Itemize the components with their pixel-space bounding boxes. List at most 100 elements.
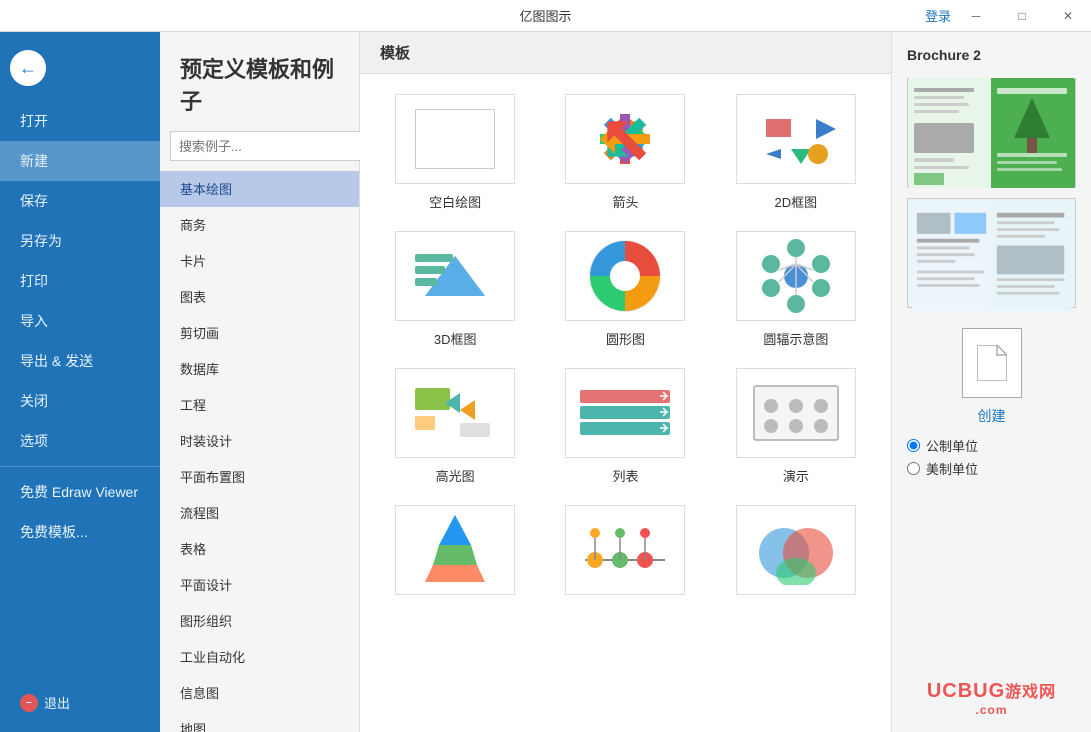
sidebar-item-print[interactable]: 打印	[0, 261, 160, 301]
highlight-thumb	[395, 368, 515, 458]
radio-group: 公制单位 美制单位	[907, 436, 1076, 478]
create-icon	[962, 328, 1022, 398]
3dframe-icon	[405, 236, 505, 316]
exit-label: 退出	[44, 693, 70, 712]
template-3dframe[interactable]: 3D框图	[380, 231, 530, 348]
sidebar-item-freetemplate[interactable]: 免费模板...	[0, 512, 160, 552]
template-radial[interactable]: 圆辐示意图	[721, 231, 871, 348]
window-controls: ─ □ ✕	[953, 0, 1091, 32]
category-item-basic[interactable]: 基本绘图	[160, 171, 359, 207]
templates-header: 模板	[360, 32, 891, 74]
circular-icon	[585, 236, 665, 316]
category-item-clipart[interactable]: 剪切画	[160, 315, 359, 351]
template-highlight[interactable]: 高光图	[380, 368, 530, 485]
minimize-button[interactable]: ─	[953, 0, 999, 32]
3dframe-label: 3D框图	[434, 329, 477, 348]
category-item-engineering[interactable]: 工程	[160, 387, 359, 423]
template-circular[interactable]: 圆形图	[550, 231, 700, 348]
slideshow-label: 演示	[783, 466, 809, 485]
preview-image-1	[907, 78, 1076, 188]
slideshow-thumb	[736, 368, 856, 458]
pyramid-icon	[405, 510, 505, 590]
list-label: 列表	[612, 466, 638, 485]
slideshow-icon	[746, 378, 846, 448]
sidebar-item-open[interactable]: 打开	[0, 101, 160, 141]
template-timeline[interactable]	[550, 505, 700, 603]
sidebar-item-close[interactable]: 关闭	[0, 381, 160, 421]
circular-thumb	[565, 231, 685, 321]
sidebar-item-new[interactable]: 新建	[0, 141, 160, 181]
2dframe-label: 2D框图	[775, 192, 818, 211]
category-item-business[interactable]: 商务	[160, 207, 359, 243]
preview-panel: Brochure 2	[891, 32, 1091, 732]
sidebar-item-viewer[interactable]: 免费 Edraw Viewer	[0, 472, 160, 512]
brochure2-svg	[912, 203, 1071, 313]
timeline-thumb	[565, 505, 685, 595]
circular-label: 圆形图	[606, 329, 645, 348]
back-button[interactable]: ←	[10, 50, 46, 86]
2dframe-thumb	[736, 94, 856, 184]
login-button[interactable]: 登录	[925, 6, 951, 25]
template-2dframe[interactable]: 2D框图	[721, 94, 871, 211]
category-item-flowchart[interactable]: 流程图	[160, 495, 359, 531]
highlight-icon	[405, 378, 505, 448]
templates-panel: 模板 空白绘图	[360, 32, 891, 732]
category-item-flatdesign[interactable]: 平面设计	[160, 567, 359, 603]
3dframe-thumb	[395, 231, 515, 321]
sidebar-item-import[interactable]: 导入	[0, 301, 160, 341]
create-label[interactable]: 创建	[978, 406, 1006, 426]
app-title: 亿图图示	[519, 6, 571, 25]
arrow-icon	[575, 104, 675, 174]
venn-icon	[746, 515, 846, 585]
venn-thumb	[736, 505, 856, 595]
content-area: 预定义模板和例子 基本绘图商务卡片图表剪切画数据库工程时装设计平面布置图流程图表…	[160, 32, 1091, 732]
radio-custom-label: 美制单位	[926, 459, 978, 478]
sidebar-item-options[interactable]: 选项	[0, 421, 160, 461]
category-item-floorplan[interactable]: 平面布置图	[160, 459, 359, 495]
category-item-card[interactable]: 卡片	[160, 243, 359, 279]
category-item-database[interactable]: 数据库	[160, 351, 359, 387]
template-blank[interactable]: 空白绘图	[380, 94, 530, 211]
radio-custom[interactable]: 美制单位	[907, 459, 1076, 478]
arrow-thumb	[565, 94, 685, 184]
highlight-label: 高光图	[436, 466, 475, 485]
main-layout: ← 打开新建保存另存为打印导入导出 & 发送关闭选项免费 Edraw Viewe…	[0, 32, 1091, 732]
sidebar-items: 打开新建保存另存为打印导入导出 & 发送关闭选项免费 Edraw Viewer免…	[0, 101, 160, 552]
2dframe-icon	[746, 104, 846, 174]
arrow-label: 箭头	[612, 192, 638, 211]
radial-label: 圆辐示意图	[763, 329, 828, 348]
close-button[interactable]: ✕	[1045, 0, 1091, 32]
templates-grid: 空白绘图	[360, 74, 891, 732]
radial-icon	[756, 236, 836, 316]
list-thumb	[565, 368, 685, 458]
category-panel: 预定义模板和例子 基本绘图商务卡片图表剪切画数据库工程时装设计平面布置图流程图表…	[160, 32, 360, 732]
template-slideshow[interactable]: 演示	[721, 368, 871, 485]
category-scroll: 基本绘图商务卡片图表剪切画数据库工程时装设计平面布置图流程图表格平面设计图形组织…	[160, 171, 359, 732]
exit-button[interactable]: ⎯ 退出	[0, 683, 160, 722]
template-arrow[interactable]: 箭头	[550, 94, 700, 211]
template-venn[interactable]	[721, 505, 871, 603]
maximize-button[interactable]: □	[999, 0, 1045, 32]
template-pyramid[interactable]	[380, 505, 530, 603]
category-list: 基本绘图商务卡片图表剪切画数据库工程时装设计平面布置图流程图表格平面设计图形组织…	[160, 171, 359, 732]
category-item-infographic[interactable]: 信息图	[160, 675, 359, 711]
file-icon	[977, 345, 1007, 381]
category-item-fashion[interactable]: 时装设计	[160, 423, 359, 459]
sidebar-divider	[0, 466, 160, 467]
titlebar: 亿图图示 登录 ─ □ ✕	[0, 0, 1091, 32]
create-section: 创建	[907, 328, 1076, 426]
sidebar-bottom: ⎯ 退出	[0, 683, 160, 732]
preview-title: Brochure 2	[907, 47, 1076, 63]
category-item-graphorg[interactable]: 图形组织	[160, 603, 359, 639]
sidebar-item-save[interactable]: 保存	[0, 181, 160, 221]
sidebar-item-saveas[interactable]: 另存为	[0, 221, 160, 261]
category-item-industrial[interactable]: 工业自动化	[160, 639, 359, 675]
radio-public[interactable]: 公制单位	[907, 436, 1076, 455]
template-list[interactable]: 列表	[550, 368, 700, 485]
category-item-map[interactable]: 地图	[160, 711, 359, 732]
search-input[interactable]	[170, 131, 364, 161]
category-item-table[interactable]: 表格	[160, 531, 359, 567]
category-header: 预定义模板和例子	[160, 32, 359, 131]
sidebar-item-export[interactable]: 导出 & 发送	[0, 341, 160, 381]
category-item-chart[interactable]: 图表	[160, 279, 359, 315]
